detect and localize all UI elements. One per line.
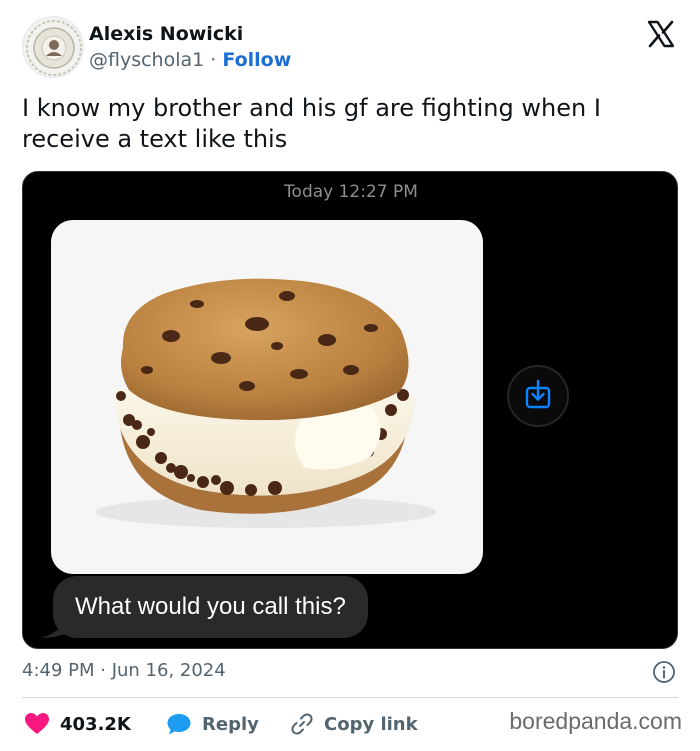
message-time-label: Today 12:27 PM	[284, 182, 418, 202]
copy-link-button[interactable]: Copy link	[290, 706, 418, 742]
author-handle[interactable]: @flyschola1	[89, 49, 204, 71]
likes-count: 403.2K	[60, 713, 131, 735]
download-icon	[525, 379, 551, 409]
author-name[interactable]: Alexis Nowicki	[89, 23, 243, 45]
tweet-media[interactable]: Today 12:27 PM What would you call this?	[22, 171, 678, 649]
chat-bubble-icon	[167, 714, 191, 735]
ice-cream-sandwich-image[interactable]	[51, 220, 483, 574]
divider	[22, 697, 678, 698]
message-bubble: What would you call this?	[53, 576, 368, 638]
like-button[interactable]: 403.2K	[24, 706, 131, 742]
save-image-button[interactable]	[507, 365, 569, 427]
tweet-timestamp[interactable]: 4:49 PM · Jun 16, 2024	[22, 660, 226, 681]
copy-link-label: Copy link	[324, 713, 418, 735]
watermark: boredpanda.com	[509, 708, 682, 734]
tweet-header: Alexis Nowicki @flyschola1 · Follow	[22, 16, 678, 78]
reply-button[interactable]: Reply	[166, 706, 259, 742]
tweet-actions: 403.2K Reply Copy link boredpanda.com	[22, 706, 682, 746]
reply-label: Reply	[202, 713, 259, 735]
avatar[interactable]	[22, 16, 84, 78]
author-handle-row: @flyschola1 · Follow	[89, 49, 291, 71]
follow-button[interactable]: Follow	[222, 49, 291, 71]
link-icon	[291, 713, 313, 735]
x-logo-icon[interactable]	[646, 19, 676, 49]
heart-icon	[25, 713, 49, 734]
separator: ·	[210, 49, 217, 71]
tweet-text: I know my brother and his gf are fightin…	[22, 94, 601, 153]
info-icon[interactable]	[652, 660, 676, 684]
